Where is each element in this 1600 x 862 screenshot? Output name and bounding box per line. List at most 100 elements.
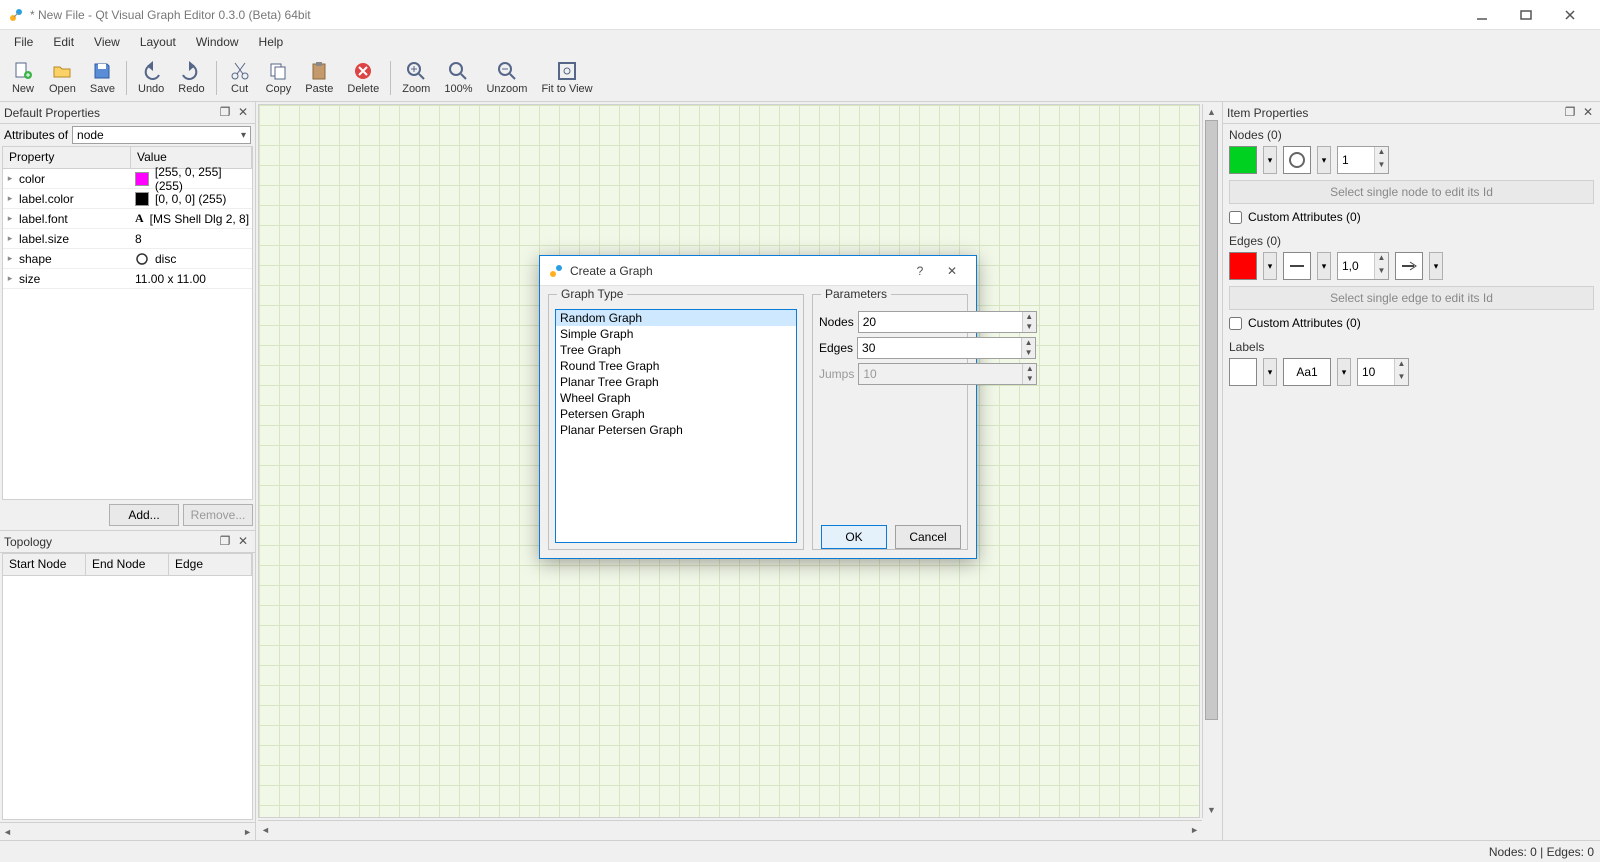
open-icon [51, 60, 73, 82]
font-sample-button[interactable]: Aa1 [1283, 358, 1331, 386]
property-header[interactable]: Property [3, 147, 131, 168]
font-size-spinner[interactable]: ▲▼ [1357, 358, 1409, 386]
graph-type-item[interactable]: Round Tree Graph [556, 358, 796, 374]
fit-to-view-button[interactable]: Fit to View [535, 58, 598, 97]
graph-type-item[interactable]: Simple Graph [556, 326, 796, 342]
property-row[interactable]: ▸ size 11.00 x 11.00 [3, 269, 252, 289]
graph-type-list[interactable]: Random GraphSimple GraphTree GraphRound … [555, 309, 797, 543]
delete-button[interactable]: Delete [341, 58, 385, 97]
redo-button[interactable]: Redo [172, 58, 210, 97]
dropdown-icon[interactable]: ▾ [1263, 146, 1277, 174]
spinner-up[interactable]: ▲ [1022, 312, 1036, 322]
edge-weight-input[interactable] [1338, 254, 1374, 278]
ok-button[interactable]: OK [821, 525, 887, 549]
zoom-out-button[interactable]: Unzoom [480, 58, 533, 97]
statusbar: Nodes: 0 | Edges: 0 [0, 840, 1600, 862]
delete-icon [352, 60, 374, 82]
graph-type-item[interactable]: Tree Graph [556, 342, 796, 358]
dropdown-icon[interactable]: ▾ [1429, 252, 1443, 280]
topology-col-start[interactable]: Start Node [3, 554, 86, 575]
edge-style-button[interactable] [1283, 252, 1311, 280]
graph-type-item[interactable]: Random Graph [556, 310, 796, 326]
dropdown-icon[interactable]: ▾ [1337, 358, 1351, 386]
edge-arrow-button[interactable] [1395, 252, 1423, 280]
edge-custom-attr-checkbox[interactable] [1229, 317, 1242, 330]
spinner-up[interactable]: ▲ [1021, 338, 1035, 348]
remove-property-button[interactable]: Remove... [183, 504, 253, 526]
edge-weight-spinner[interactable]: ▲▼ [1337, 252, 1389, 280]
property-row[interactable]: ▸ shape disc [3, 249, 252, 269]
node-shape-button[interactable] [1283, 146, 1311, 174]
color-swatch-icon [135, 172, 149, 186]
attributes-of-combo[interactable]: node [72, 126, 251, 144]
window-close-button[interactable] [1548, 0, 1592, 30]
zoom-in-button[interactable]: Zoom [396, 58, 436, 97]
undo-button[interactable]: Undo [132, 58, 170, 97]
menu-window[interactable]: Window [186, 33, 249, 51]
font-size-input[interactable] [1358, 360, 1394, 384]
cut-button[interactable]: Cut [222, 58, 258, 97]
panel-close-button[interactable]: ✕ [235, 534, 251, 550]
expand-icon[interactable]: ▸ [3, 233, 17, 244]
node-stroke-spinner[interactable]: ▲▼ [1337, 146, 1389, 174]
panel-float-button[interactable]: ❐ [1562, 105, 1578, 121]
menu-layout[interactable]: Layout [130, 33, 186, 51]
nodes-input[interactable] [859, 312, 1022, 332]
edges-spinner[interactable]: ▲▼ [857, 337, 1036, 359]
menu-view[interactable]: View [84, 33, 130, 51]
canvas-vscroll[interactable] [1202, 104, 1220, 818]
edge-color-button[interactable] [1229, 252, 1257, 280]
node-stroke-input[interactable] [1338, 148, 1374, 172]
label-color-button[interactable] [1229, 358, 1257, 386]
dialog-close-button[interactable]: ✕ [936, 258, 968, 284]
property-row[interactable]: ▸ label.font A[MS Shell Dlg 2, 8] [3, 209, 252, 229]
topology-col-edge[interactable]: Edge [169, 554, 252, 575]
cancel-button[interactable]: Cancel [895, 525, 961, 549]
panel-float-button[interactable]: ❐ [217, 105, 233, 121]
topology-hscroll[interactable] [0, 822, 255, 840]
node-id-hint: Select single node to edit its Id [1229, 180, 1594, 204]
dropdown-icon[interactable]: ▾ [1317, 146, 1331, 174]
canvas-hscroll[interactable] [258, 820, 1202, 838]
graph-canvas[interactable]: Create a Graph ? ✕ Graph Type Random Gra… [258, 104, 1200, 818]
zoom-100-button[interactable]: 100% [438, 58, 478, 97]
dropdown-icon[interactable]: ▾ [1263, 252, 1277, 280]
nodes-spinner[interactable]: ▲▼ [858, 311, 1037, 333]
expand-icon[interactable]: ▸ [3, 273, 17, 284]
dropdown-icon[interactable]: ▾ [1263, 358, 1277, 386]
copy-icon [267, 60, 289, 82]
graph-type-item[interactable]: Planar Tree Graph [556, 374, 796, 390]
menu-help[interactable]: Help [249, 33, 294, 51]
new-button[interactable]: New [5, 58, 41, 97]
expand-icon[interactable]: ▸ [3, 173, 17, 184]
menu-file[interactable]: File [4, 33, 43, 51]
expand-icon[interactable]: ▸ [3, 213, 17, 224]
panel-close-button[interactable]: ✕ [1580, 105, 1596, 121]
menu-edit[interactable]: Edit [43, 33, 84, 51]
topology-col-end[interactable]: End Node [86, 554, 169, 575]
spinner-down[interactable]: ▼ [1021, 348, 1035, 358]
graph-type-item[interactable]: Wheel Graph [556, 390, 796, 406]
graph-type-item[interactable]: Petersen Graph [556, 406, 796, 422]
panel-close-button[interactable]: ✕ [235, 105, 251, 121]
node-custom-attr-checkbox[interactable] [1229, 211, 1242, 224]
window-maximize-button[interactable] [1504, 0, 1548, 30]
node-color-button[interactable] [1229, 146, 1257, 174]
expand-icon[interactable]: ▸ [3, 253, 17, 264]
property-row[interactable]: ▸ label.color [0, 0, 0] (255) [3, 189, 252, 209]
paste-button[interactable]: Paste [299, 58, 339, 97]
property-row[interactable]: ▸ label.size 8 [3, 229, 252, 249]
dropdown-icon[interactable]: ▾ [1317, 252, 1331, 280]
property-row[interactable]: ▸ color [255, 0, 255] (255) [3, 169, 252, 189]
save-button[interactable]: Save [84, 58, 121, 97]
spinner-down[interactable]: ▼ [1022, 322, 1036, 332]
dialog-help-button[interactable]: ? [904, 258, 936, 284]
edges-input[interactable] [858, 338, 1021, 358]
copy-button[interactable]: Copy [260, 58, 298, 97]
add-property-button[interactable]: Add... [109, 504, 179, 526]
graph-type-item[interactable]: Planar Petersen Graph [556, 422, 796, 438]
expand-icon[interactable]: ▸ [3, 193, 17, 204]
open-button[interactable]: Open [43, 58, 82, 97]
window-minimize-button[interactable] [1460, 0, 1504, 30]
panel-float-button[interactable]: ❐ [217, 534, 233, 550]
